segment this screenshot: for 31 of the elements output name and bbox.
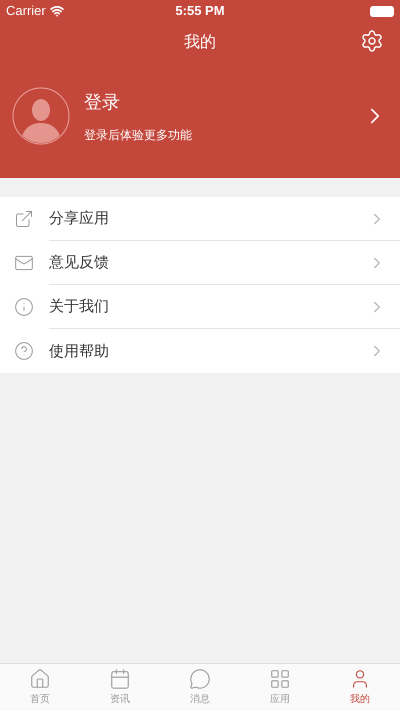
envelope-icon [14,253,34,273]
help-icon [14,341,34,361]
chat-bubble-icon [189,668,211,690]
wifi-icon [50,4,64,18]
tab-item[interactable]: 资讯 [80,664,160,711]
tab-item[interactable]: 应用 [240,664,320,711]
tab-item[interactable]: 首页 [0,664,80,711]
menu-item[interactable]: 使用帮助 [0,329,400,373]
info-icon [14,297,34,317]
settings-button[interactable] [360,29,384,53]
tab-item[interactable]: 我的 [320,664,400,711]
menu-item[interactable]: 关于我们 [0,285,400,329]
menu-label: 意见反馈 [49,252,110,274]
menu-item[interactable]: 分享应用 [0,197,400,241]
share-icon [14,209,34,229]
status-time: 5:55 PM [175,2,225,20]
login-title: 登录 [84,90,121,114]
page-title: 我的 [184,31,216,53]
menu-item[interactable]: 意见反馈 [0,241,400,285]
login-subtitle: 登录后体验更多功能 [84,126,193,144]
login-row[interactable]: 登录 登录后体验更多功能 [0,62,400,178]
menu-label: 分享应用 [49,208,110,230]
home-icon [29,668,51,690]
battery-icon [370,6,394,16]
avatar-icon [12,87,70,145]
menu-label: 关于我们 [49,296,110,318]
grid-icon [269,668,291,690]
menu-label: 使用帮助 [49,340,110,362]
carrier-label: Carrier [6,2,46,20]
tab-item[interactable]: 消息 [160,664,240,711]
calendar-icon [109,668,131,690]
